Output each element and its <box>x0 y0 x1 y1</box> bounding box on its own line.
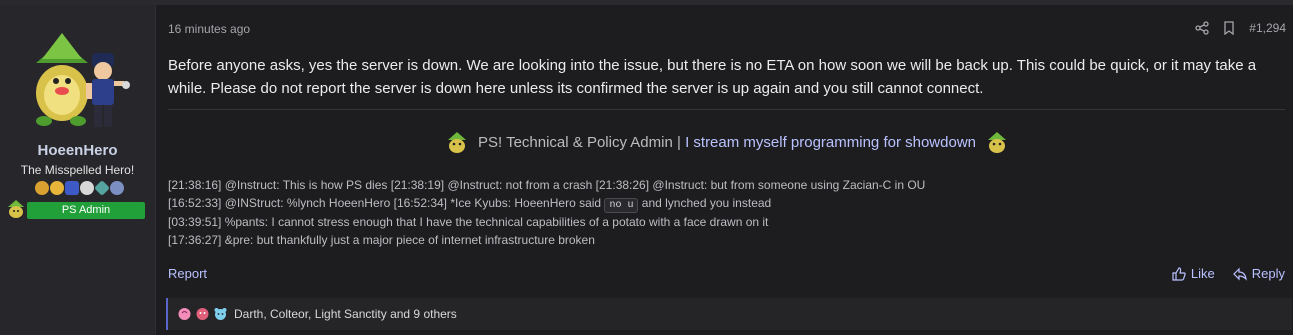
post-meta-actions: #1,294 <box>1195 21 1286 35</box>
badge-icon <box>35 181 49 195</box>
signature-divider <box>168 109 1285 110</box>
like-label: Like <box>1190 266 1215 281</box>
report-link[interactable]: Report <box>168 266 207 281</box>
share-icon[interactable] <box>1195 21 1209 35</box>
chat-line: [21:38:16] @Instruct: This is how PS die… <box>168 178 926 192</box>
post-actions: Like Reply <box>1172 266 1285 281</box>
badge-icon <box>80 181 94 195</box>
badge-strip <box>35 180 124 197</box>
pokemon-sprite-icon <box>448 132 466 153</box>
badge-icon <box>110 181 124 195</box>
reactions-summary[interactable]: Darth, Colteor, Light Sanctity and 9 oth… <box>234 307 457 321</box>
chat-line: [17:36:27] &pre: but thankfully just a m… <box>168 233 595 247</box>
signature: PS! Technical & Policy Admin | I stream … <box>168 125 1286 159</box>
trainer-avatar-icon[interactable] <box>22 23 132 133</box>
post-number[interactable]: #1,294 <box>1249 21 1286 35</box>
column-divider <box>155 5 156 335</box>
user-title: The Misspelled Hero! <box>20 163 135 177</box>
pokemon-sprite-icon <box>988 132 1006 153</box>
badge-icon <box>50 181 64 195</box>
bookmark-icon[interactable] <box>1223 21 1235 35</box>
reply-icon <box>1232 267 1247 281</box>
role-banner: PS Admin <box>27 202 145 219</box>
badge-icon <box>94 180 110 196</box>
badge-icon <box>65 181 79 195</box>
signature-chat-log: [21:38:16] @Instruct: This is how PS die… <box>168 176 925 249</box>
heart-reaction-icon <box>178 308 191 320</box>
post-body: Before anyone asks, yes the server is do… <box>168 57 1257 97</box>
love-reaction-icon <box>196 308 209 320</box>
chat-line: [16:52:33] @INStruct: %lynch HoeenHero [… <box>168 196 772 213</box>
user-info-panel: HoeenHero The Misspelled Hero! PS Admin <box>0 5 155 335</box>
inline-code: no u <box>604 198 639 213</box>
top-border <box>0 0 1293 5</box>
reply-label: Reply <box>1251 266 1285 281</box>
post-timestamp[interactable]: 16 minutes ago <box>168 22 250 36</box>
signature-text: PS! Technical & Policy Admin | <box>478 133 686 151</box>
signature-link[interactable]: I stream myself programming for showdown <box>685 134 976 151</box>
reactions-bar[interactable]: Darth, Colteor, Light Sanctity and 9 oth… <box>166 298 1292 330</box>
reply-button[interactable]: Reply <box>1232 266 1285 281</box>
pokemon-sprite-icon <box>8 200 24 218</box>
bear-reaction-icon <box>214 308 227 320</box>
like-button[interactable]: Like <box>1172 266 1215 281</box>
username[interactable]: HoeenHero <box>0 142 155 159</box>
thumbs-up-icon <box>1172 266 1186 281</box>
chat-line: [03:39:51] %pants: I cannot stress enoug… <box>168 215 769 229</box>
